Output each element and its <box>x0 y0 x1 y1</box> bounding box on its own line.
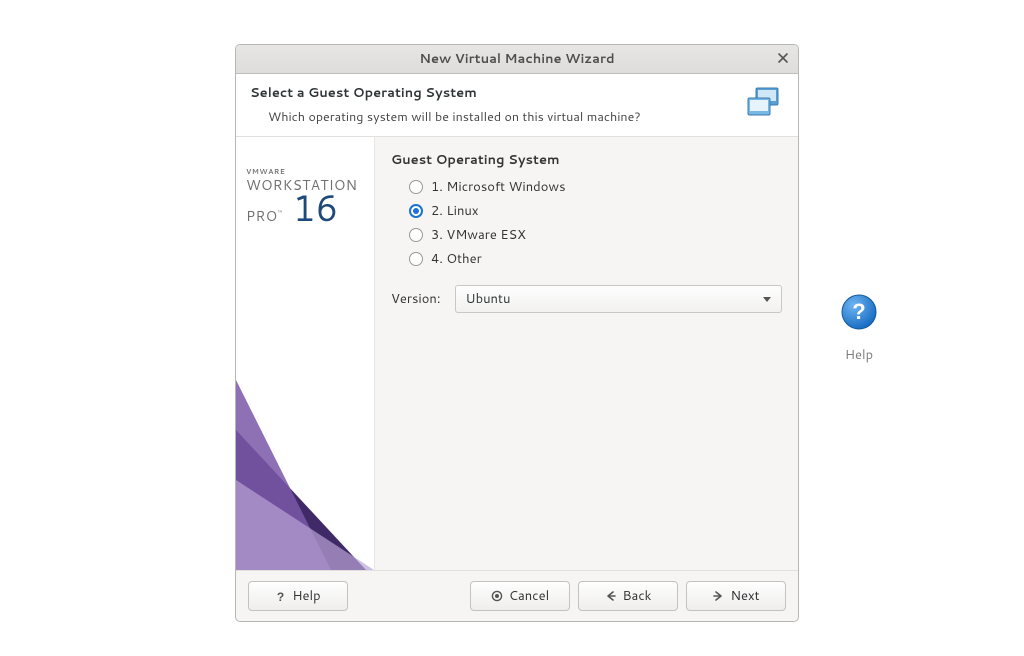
brand-pro: PRO™ <box>246 206 283 226</box>
guest-os-option-vmware-esx[interactable]: 3. VMware ESX <box>409 223 782 247</box>
next-button-label: Next <box>730 587 759 605</box>
back-button[interactable]: Back <box>578 581 678 611</box>
chevron-down-icon <box>763 297 771 302</box>
header-subtitle: Which operating system will be installed… <box>250 108 732 126</box>
sidebar-art <box>236 320 374 570</box>
arrow-left-icon <box>605 590 617 602</box>
titlebar: New Virtual Machine Wizard <box>236 45 798 74</box>
svg-text:?: ? <box>852 299 865 324</box>
cancel-icon <box>491 590 503 602</box>
guest-os-option-label: 4. Other <box>431 250 482 268</box>
arrow-right-icon <box>712 590 724 602</box>
sidebar-brand: VMWARE WORKSTATION PRO™ 16 <box>236 167 372 226</box>
back-button-label: Back <box>623 587 652 605</box>
guest-os-option-label: 1. Microsoft Windows <box>431 178 566 196</box>
wizard-content: Guest Operating System 1. Microsoft Wind… <box>375 137 798 570</box>
wizard-header: Select a Guest Operating System Which op… <box>236 74 798 137</box>
wizard-footer: ? Help Cancel <box>236 570 798 621</box>
guest-os-option-label: 2. Linux <box>431 202 479 220</box>
close-button[interactable] <box>774 49 792 67</box>
svg-text:?: ? <box>277 590 284 603</box>
guest-os-option-other[interactable]: 4. Other <box>409 247 782 271</box>
brand-version: 16 <box>293 192 339 224</box>
window-title: New Virtual Machine Wizard <box>419 50 614 68</box>
version-dropdown[interactable]: Ubuntu <box>455 285 782 313</box>
monitors-icon <box>742 84 784 126</box>
guest-os-option-linux[interactable]: 2. Linux <box>409 199 782 223</box>
cancel-button-label: Cancel <box>509 587 549 605</box>
version-row: Version: Ubuntu <box>391 285 782 313</box>
guest-os-section-title: Guest Operating System <box>391 151 782 169</box>
guest-os-radio-group: 1. Microsoft Windows 2. Linux 3. VMware … <box>391 175 782 271</box>
version-selected: Ubuntu <box>466 290 511 308</box>
radio-icon <box>409 180 423 194</box>
question-icon: ? <box>275 590 286 603</box>
header-title: Select a Guest Operating System <box>250 84 732 102</box>
radio-icon <box>409 228 423 242</box>
close-icon <box>778 53 788 63</box>
help-circle-icon: ? <box>841 294 877 336</box>
floating-help-label: Help <box>845 346 873 364</box>
guest-os-option-windows[interactable]: 1. Microsoft Windows <box>409 175 782 199</box>
wizard-window: New Virtual Machine Wizard Select a Gues… <box>235 44 799 622</box>
wizard-sidebar: VMWARE WORKSTATION PRO™ 16 <box>236 137 375 570</box>
help-button[interactable]: ? Help <box>248 581 348 611</box>
help-button-label: Help <box>292 587 320 605</box>
version-label: Version: <box>391 290 441 308</box>
radio-icon <box>409 204 423 218</box>
guest-os-option-label: 3. VMware ESX <box>431 226 526 244</box>
next-button[interactable]: Next <box>686 581 786 611</box>
radio-icon <box>409 252 423 266</box>
wizard-body: VMWARE WORKSTATION PRO™ 16 Guest Operati… <box>236 137 798 570</box>
cancel-button[interactable]: Cancel <box>470 581 570 611</box>
floating-help[interactable]: ? Help <box>834 294 884 364</box>
